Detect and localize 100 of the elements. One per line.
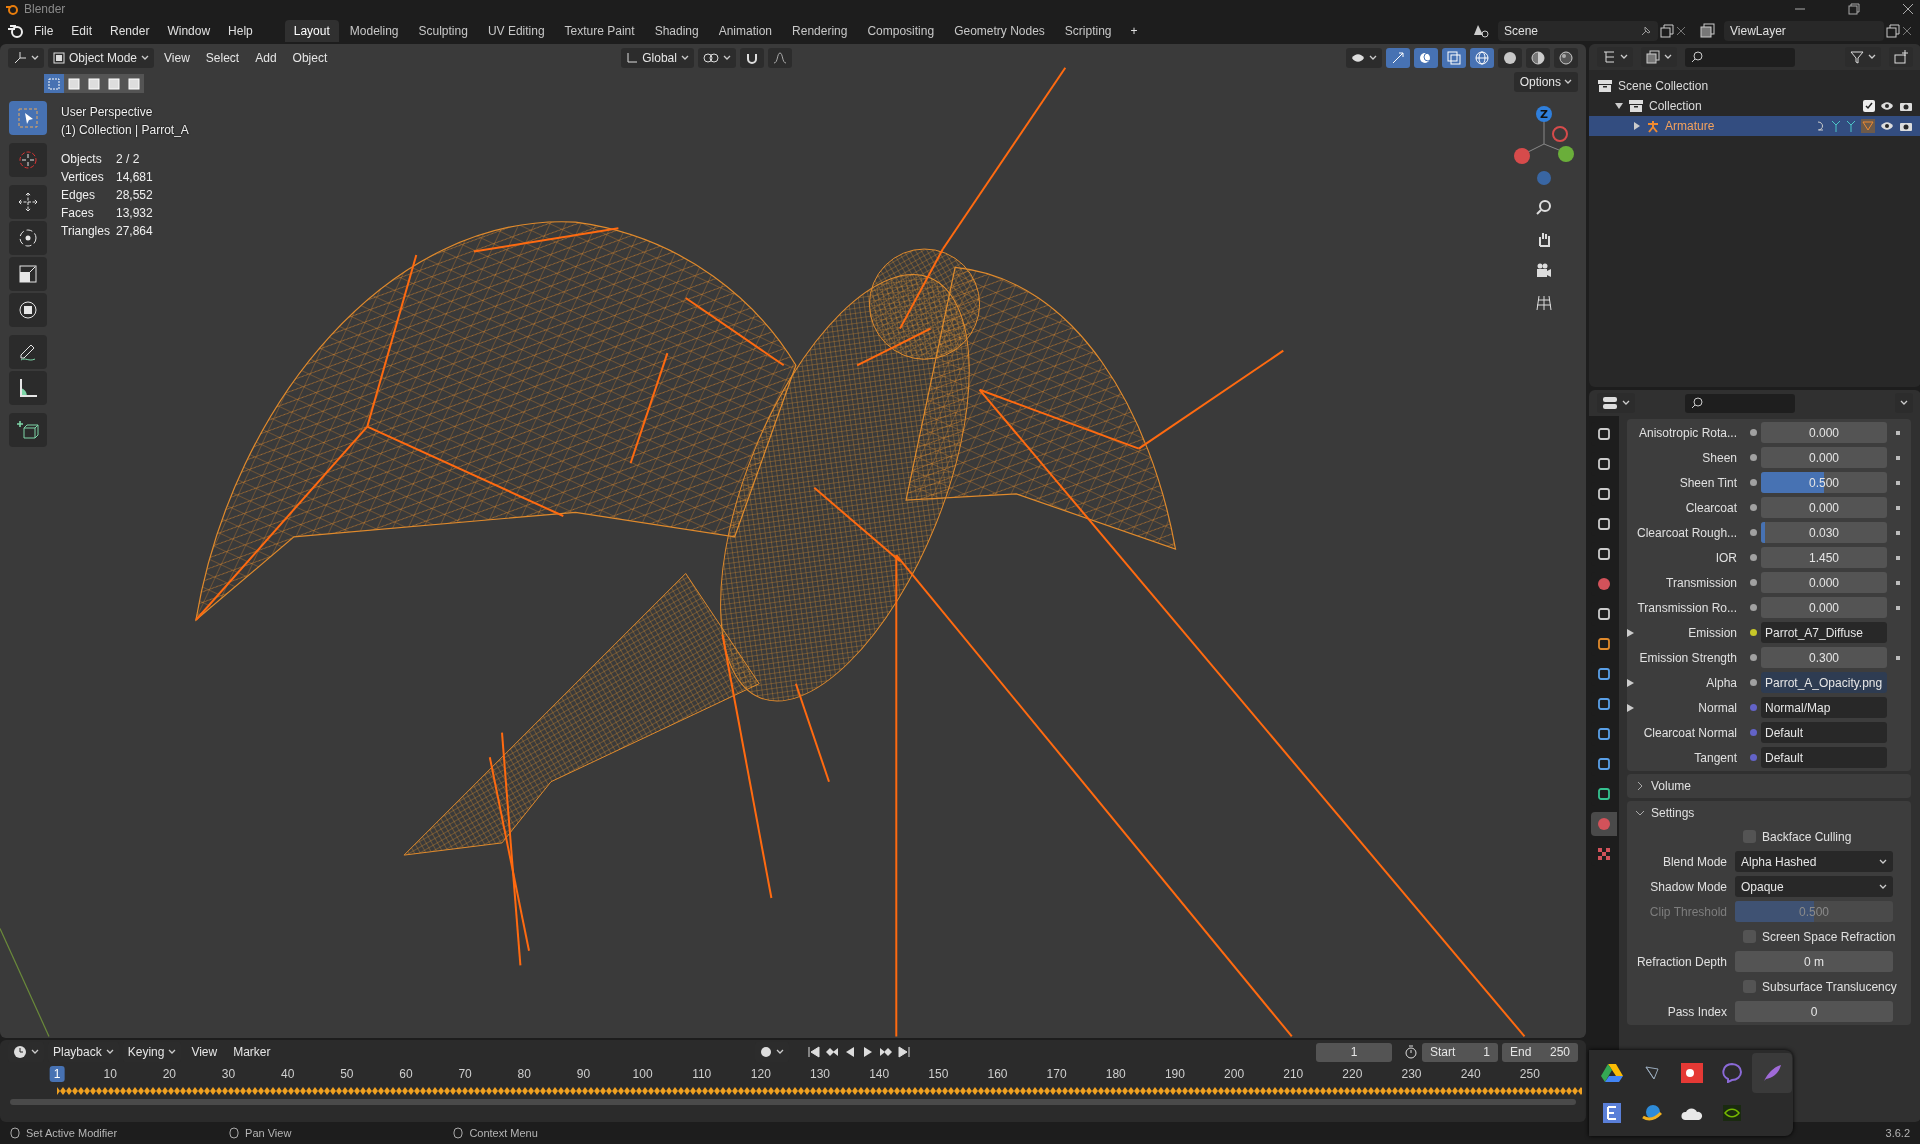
frame-number[interactable]: 180: [1101, 1066, 1130, 1083]
menu-item[interactable]: Edit: [63, 21, 101, 41]
outliner-row[interactable]: Armature: [1589, 116, 1920, 136]
menu-item[interactable]: Help: [220, 21, 261, 41]
workspace-tab[interactable]: Scripting: [1055, 20, 1121, 42]
timeline-menu[interactable]: Marker: [227, 1042, 277, 1063]
socket-dot[interactable]: [1749, 679, 1757, 686]
frame-number[interactable]: 110: [688, 1066, 716, 1083]
close-icon[interactable]: [1902, 3, 1914, 15]
options-dropdown[interactable]: [1895, 393, 1913, 413]
view-layer-dropdown[interactable]: [1641, 47, 1677, 67]
frame-number[interactable]: 100: [628, 1066, 657, 1083]
shading-mode-button[interactable]: [1526, 48, 1550, 68]
frame-number[interactable]: 20: [158, 1066, 181, 1083]
frame-number[interactable]: 120: [746, 1066, 775, 1083]
outliner-row[interactable]: Collection: [1589, 96, 1920, 116]
search-field[interactable]: [1685, 393, 1795, 413]
options-dropdown[interactable]: Options: [1513, 72, 1578, 92]
xray-toggle[interactable]: [1442, 48, 1466, 68]
frame-number[interactable]: 190: [1160, 1066, 1189, 1083]
start-frame-field[interactable]: Start 1: [1422, 1042, 1498, 1062]
filter-dropdown[interactable]: [1845, 47, 1881, 67]
number-field[interactable]: 0.000: [1761, 572, 1887, 593]
socket-dot[interactable]: [1749, 754, 1757, 761]
frame-number[interactable]: 210: [1279, 1066, 1308, 1083]
shading-mode-button[interactable]: [1554, 48, 1578, 68]
number-field[interactable]: 0.000: [1761, 422, 1887, 443]
socket-dot[interactable]: [1749, 429, 1757, 436]
menu-item[interactable]: Render: [102, 21, 158, 41]
socket-dot[interactable]: [1749, 704, 1757, 711]
tool-button[interactable]: [9, 221, 47, 255]
view-layer-selector[interactable]: ViewLayer: [1724, 21, 1884, 41]
number-field[interactable]: 0.000: [1761, 497, 1887, 518]
search-field[interactable]: [1685, 47, 1795, 67]
link-field[interactable]: Parrot_A7_Diffuse: [1761, 622, 1887, 643]
frame-number[interactable]: 10: [99, 1066, 121, 1083]
shading-mode-button[interactable]: [1498, 48, 1522, 68]
menu-item[interactable]: Window: [159, 21, 219, 41]
socket-dot[interactable]: [1749, 579, 1757, 586]
viewport-menu[interactable]: Add: [249, 48, 283, 68]
frame-number[interactable]: 230: [1397, 1066, 1426, 1083]
viewport-menu[interactable]: Object: [286, 48, 334, 68]
pivot-dropdown[interactable]: [697, 48, 736, 68]
number-field[interactable]: 0.030: [1761, 522, 1887, 543]
blender-logo-icon[interactable]: [8, 24, 24, 38]
socket-dot[interactable]: [1749, 454, 1757, 461]
workspace-tab[interactable]: Geometry Nodes: [945, 20, 1054, 42]
frame-number[interactable]: 40: [277, 1066, 299, 1083]
selection-mode-button[interactable]: [124, 74, 144, 93]
workspace-tab[interactable]: Layout: [284, 20, 339, 42]
dropdown[interactable]: Opaque: [1735, 876, 1893, 897]
frame-number[interactable]: 170: [1042, 1066, 1071, 1083]
timeline-menu[interactable]: View: [185, 1042, 224, 1063]
frame-number[interactable]: 1: [49, 1066, 65, 1083]
link-field[interactable]: Default: [1761, 747, 1887, 768]
number-field[interactable]: 0.500: [1761, 472, 1887, 493]
visibility-dropdown[interactable]: [1346, 48, 1382, 68]
frame-number[interactable]: 220: [1338, 1066, 1367, 1083]
panel-header[interactable]: Volume: [1627, 775, 1911, 797]
restore-icon[interactable]: [1848, 3, 1860, 15]
workspace-tab[interactable]: Rendering: [783, 20, 857, 42]
socket-dot[interactable]: [1749, 529, 1757, 536]
socket-dot[interactable]: [1749, 504, 1757, 511]
frame-number[interactable]: 150: [924, 1066, 953, 1083]
workspace-tab[interactable]: Modeling: [340, 20, 408, 42]
current-frame-field[interactable]: 1: [1316, 1042, 1392, 1062]
end-frame-field[interactable]: End 250: [1502, 1042, 1578, 1062]
number-field[interactable]: 0.000: [1761, 447, 1887, 468]
dropdown[interactable]: Alpha Hashed: [1735, 851, 1893, 872]
number-field[interactable]: 0.300: [1761, 647, 1887, 668]
socket-dot[interactable]: [1749, 554, 1757, 561]
workspace-tab[interactable]: Shading: [645, 20, 708, 42]
tool-button[interactable]: [9, 293, 47, 327]
workspace-tab[interactable]: UV Editing: [478, 20, 554, 42]
frame-number[interactable]: 130: [806, 1066, 835, 1083]
scene-selector[interactable]: Scene: [1498, 21, 1658, 41]
display-mode-dropdown[interactable]: [1597, 47, 1633, 67]
orientation-dropdown[interactable]: Global: [621, 48, 694, 68]
link-field[interactable]: Normal/Map: [1761, 697, 1887, 718]
socket-dot[interactable]: [1749, 654, 1757, 661]
socket-dot[interactable]: [1749, 479, 1757, 486]
link-field[interactable]: Default: [1761, 722, 1887, 743]
jump-start-icon[interactable]: [806, 1045, 821, 1060]
link-field[interactable]: Parrot_A_Opacity.png: [1761, 672, 1887, 693]
workspace-tab[interactable]: Animation: [709, 20, 782, 42]
workspace-tab[interactable]: Texture Paint: [555, 20, 644, 42]
outliner-row[interactable]: Scene Collection: [1589, 76, 1920, 96]
proportional-button[interactable]: [767, 48, 792, 68]
frame-number[interactable]: 250: [1515, 1066, 1544, 1083]
frame-number[interactable]: 90: [572, 1066, 595, 1083]
frame-number[interactable]: 30: [217, 1066, 240, 1083]
selection-mode-button[interactable]: [64, 74, 84, 93]
tool-button[interactable]: [9, 257, 47, 291]
tool-button[interactable]: [9, 413, 47, 447]
number-field[interactable]: 0 m: [1735, 951, 1893, 972]
jump-end-icon[interactable]: [896, 1045, 911, 1060]
number-field[interactable]: 0.000: [1761, 597, 1887, 618]
frame-number[interactable]: 60: [395, 1066, 417, 1083]
viewport-menu[interactable]: Select: [199, 48, 246, 68]
tool-button[interactable]: [9, 371, 47, 405]
